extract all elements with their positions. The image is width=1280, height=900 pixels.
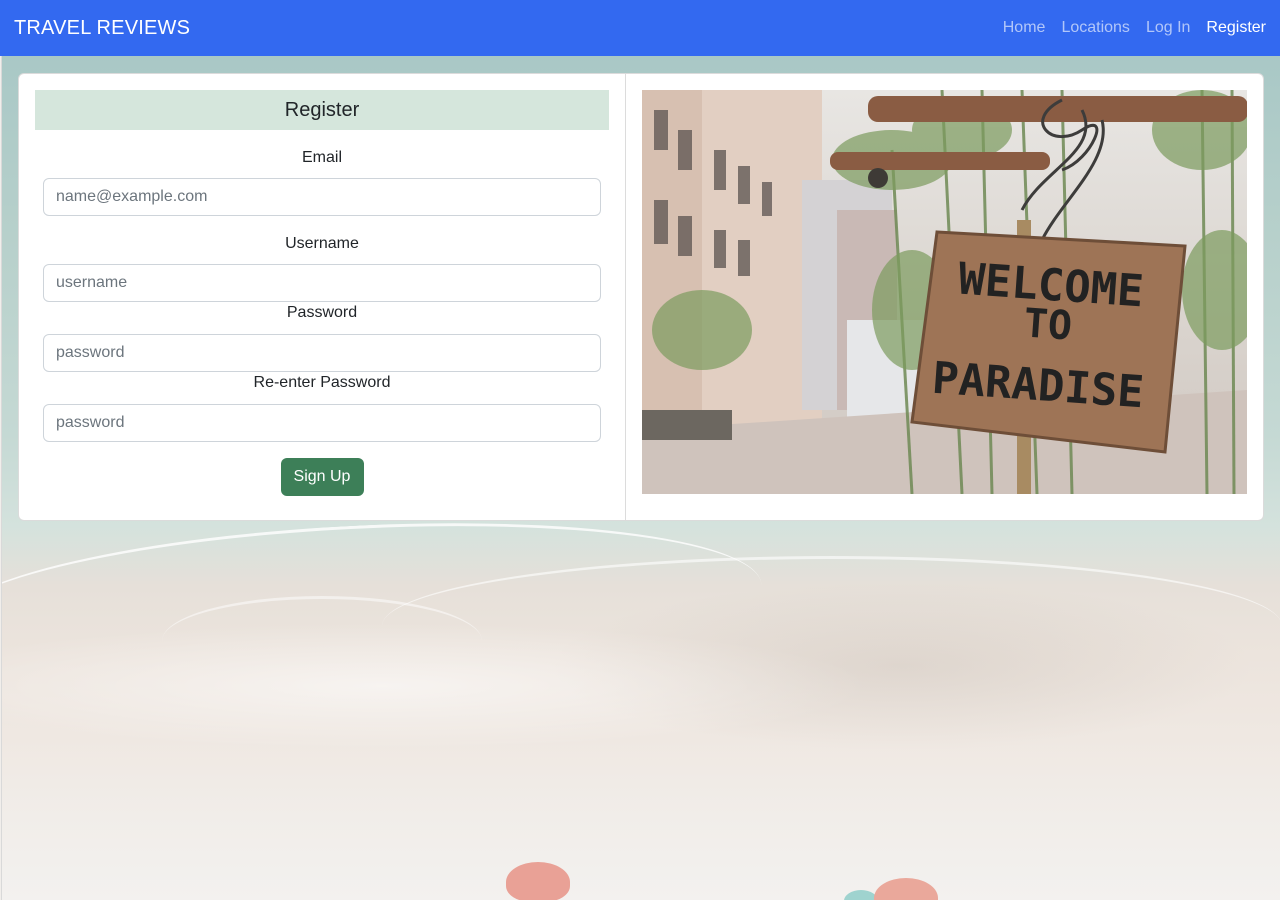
register-form-column: Register Email Username Password Re-ente… [19, 74, 626, 520]
nav-link-login[interactable]: Log In [1146, 19, 1190, 37]
form-title: Register [35, 90, 609, 130]
email-label: Email [301, 149, 342, 166]
email-field[interactable] [43, 178, 601, 216]
nav-link-locations[interactable]: Locations [1061, 19, 1130, 37]
password-field[interactable] [43, 334, 601, 372]
sign-text-line-2: TO [1022, 300, 1073, 349]
brand-logo-link[interactable]: TRAVEL REVIEWS [14, 17, 190, 40]
nav-link-home[interactable]: Home [1003, 19, 1046, 37]
welcome-sign-illustration: WELCOME TO PARADISE [642, 90, 1247, 494]
sign-up-button[interactable]: Sign Up [280, 458, 364, 496]
password-label: Password [286, 304, 358, 321]
username-label: Username [285, 235, 359, 252]
top-navbar: TRAVEL REVIEWS Home Locations Log In Reg… [0, 0, 1280, 56]
username-field[interactable] [43, 264, 601, 302]
photo-column: WELCOME TO PARADISE [626, 74, 1263, 520]
reenter-password-field[interactable] [43, 404, 601, 442]
welcome-to-paradise-photo: WELCOME TO PARADISE [642, 90, 1247, 494]
nav-links: Home Locations Log In Register [987, 19, 1266, 37]
reenter-password-label: Re-enter Password [253, 374, 391, 391]
nav-link-register[interactable]: Register [1206, 19, 1266, 37]
register-card: Register Email Username Password Re-ente… [18, 73, 1264, 521]
